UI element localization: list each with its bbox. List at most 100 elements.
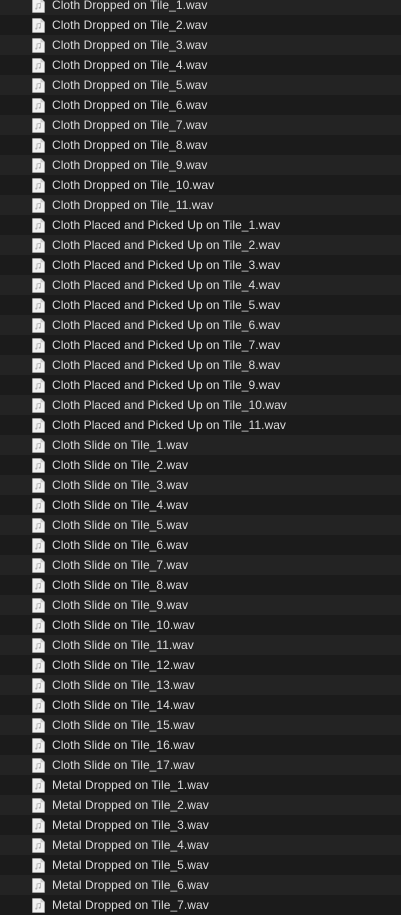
audio-file-icon	[32, 97, 45, 113]
file-row[interactable]: Cloth Slide on Tile_12.wav	[0, 655, 401, 675]
audio-file-icon	[32, 717, 45, 733]
audio-file-icon	[32, 897, 45, 913]
audio-file-icon	[32, 277, 45, 293]
file-row[interactable]: Cloth Dropped on Tile_3.wav	[0, 35, 401, 55]
file-name: Cloth Placed and Picked Up on Tile_4.wav	[52, 278, 281, 292]
audio-file-icon	[32, 537, 45, 553]
file-name: Cloth Slide on Tile_8.wav	[52, 578, 188, 592]
file-row[interactable]: Cloth Slide on Tile_5.wav	[0, 515, 401, 535]
file-row[interactable]: Cloth Slide on Tile_7.wav	[0, 555, 401, 575]
file-name: Cloth Placed and Picked Up on Tile_7.wav	[52, 338, 281, 352]
audio-file-icon	[32, 817, 45, 833]
file-row[interactable]: Cloth Slide on Tile_1.wav	[0, 435, 401, 455]
file-row[interactable]: Cloth Slide on Tile_2.wav	[0, 455, 401, 475]
audio-file-icon	[32, 0, 45, 13]
file-row[interactable]: Cloth Slide on Tile_13.wav	[0, 675, 401, 695]
file-name: Cloth Dropped on Tile_8.wav	[52, 138, 208, 152]
file-name: Cloth Slide on Tile_11.wav	[52, 638, 194, 652]
file-row[interactable]: Cloth Dropped on Tile_6.wav	[0, 95, 401, 115]
file-row[interactable]: Cloth Placed and Picked Up on Tile_3.wav	[0, 255, 401, 275]
file-row[interactable]: Cloth Slide on Tile_14.wav	[0, 695, 401, 715]
file-row[interactable]: Metal Dropped on Tile_2.wav	[0, 795, 401, 815]
file-row[interactable]: Cloth Dropped on Tile_5.wav	[0, 75, 401, 95]
file-row[interactable]: Cloth Slide on Tile_10.wav	[0, 615, 401, 635]
audio-file-icon	[32, 657, 45, 673]
file-name: Cloth Dropped on Tile_4.wav	[52, 58, 208, 72]
audio-file-icon	[32, 357, 45, 373]
audio-file-icon	[32, 557, 45, 573]
file-name: Cloth Slide on Tile_2.wav	[52, 458, 188, 472]
file-row[interactable]: Cloth Placed and Picked Up on Tile_6.wav	[0, 315, 401, 335]
file-name: Cloth Dropped on Tile_7.wav	[52, 118, 208, 132]
file-name: Cloth Slide on Tile_12.wav	[52, 658, 195, 672]
file-name: Cloth Placed and Picked Up on Tile_2.wav	[52, 238, 281, 252]
audio-file-icon	[32, 297, 45, 313]
audio-file-icon	[32, 617, 45, 633]
file-row[interactable]: Cloth Slide on Tile_17.wav	[0, 755, 401, 775]
file-row[interactable]: Cloth Dropped on Tile_9.wav	[0, 155, 401, 175]
file-row[interactable]: Cloth Dropped on Tile_7.wav	[0, 115, 401, 135]
file-name: Cloth Dropped on Tile_10.wav	[52, 178, 215, 192]
audio-file-icon	[32, 577, 45, 593]
audio-file-icon	[32, 457, 45, 473]
file-row[interactable]: Cloth Dropped on Tile_2.wav	[0, 15, 401, 35]
file-row[interactable]: Cloth Dropped on Tile_4.wav	[0, 55, 401, 75]
file-row[interactable]: Metal Dropped on Tile_1.wav	[0, 775, 401, 795]
file-row[interactable]: Cloth Placed and Picked Up on Tile_2.wav	[0, 235, 401, 255]
file-name: Cloth Slide on Tile_1.wav	[52, 438, 188, 452]
file-row[interactable]: Cloth Placed and Picked Up on Tile_11.wa…	[0, 415, 401, 435]
file-row[interactable]: Cloth Slide on Tile_11.wav	[0, 635, 401, 655]
file-row[interactable]: Cloth Dropped on Tile_11.wav	[0, 195, 401, 215]
audio-file-icon	[32, 337, 45, 353]
file-name: Cloth Placed and Picked Up on Tile_10.wa…	[52, 398, 287, 412]
audio-file-icon	[32, 437, 45, 453]
audio-file-icon	[32, 177, 45, 193]
file-row[interactable]: Cloth Placed and Picked Up on Tile_5.wav	[0, 295, 401, 315]
file-name: Cloth Placed and Picked Up on Tile_3.wav	[52, 258, 281, 272]
audio-file-icon	[32, 837, 45, 853]
audio-file-icon	[32, 197, 45, 213]
file-row[interactable]: Cloth Slide on Tile_15.wav	[0, 715, 401, 735]
audio-file-icon	[32, 517, 45, 533]
file-name: Cloth Slide on Tile_16.wav	[52, 738, 195, 752]
file-row[interactable]: Cloth Slide on Tile_9.wav	[0, 595, 401, 615]
file-name: Cloth Dropped on Tile_5.wav	[52, 78, 208, 92]
file-row[interactable]: Cloth Placed and Picked Up on Tile_9.wav	[0, 375, 401, 395]
file-row[interactable]: Cloth Slide on Tile_4.wav	[0, 495, 401, 515]
audio-file-icon	[32, 777, 45, 793]
file-name: Cloth Slide on Tile_15.wav	[52, 718, 195, 732]
file-row[interactable]: Metal Dropped on Tile_5.wav	[0, 855, 401, 875]
audio-file-icon	[32, 137, 45, 153]
audio-file-icon	[32, 857, 45, 873]
audio-file-icon	[32, 157, 45, 173]
file-row[interactable]: Cloth Dropped on Tile_1.wav	[0, 0, 401, 15]
file-name: Cloth Dropped on Tile_6.wav	[52, 98, 208, 112]
file-name: Cloth Dropped on Tile_9.wav	[52, 158, 208, 172]
file-name: Cloth Dropped on Tile_1.wav	[52, 0, 208, 12]
file-row[interactable]: Cloth Placed and Picked Up on Tile_8.wav	[0, 355, 401, 375]
file-row[interactable]: Cloth Placed and Picked Up on Tile_1.wav	[0, 215, 401, 235]
file-row[interactable]: Metal Dropped on Tile_7.wav	[0, 895, 401, 915]
file-row[interactable]: Cloth Slide on Tile_16.wav	[0, 735, 401, 755]
file-row[interactable]: Metal Dropped on Tile_3.wav	[0, 815, 401, 835]
file-name: Cloth Placed and Picked Up on Tile_9.wav	[52, 378, 281, 392]
file-row[interactable]: Cloth Placed and Picked Up on Tile_10.wa…	[0, 395, 401, 415]
file-row[interactable]: Metal Dropped on Tile_6.wav	[0, 875, 401, 895]
file-row[interactable]: Cloth Slide on Tile_6.wav	[0, 535, 401, 555]
file-row[interactable]: Metal Dropped on Tile_4.wav	[0, 835, 401, 855]
audio-file-icon	[32, 57, 45, 73]
file-row[interactable]: Cloth Dropped on Tile_10.wav	[0, 175, 401, 195]
audio-file-icon	[32, 477, 45, 493]
file-row[interactable]: Cloth Placed and Picked Up on Tile_4.wav	[0, 275, 401, 295]
audio-file-icon	[32, 217, 45, 233]
file-name: Metal Dropped on Tile_5.wav	[52, 858, 209, 872]
file-row[interactable]: Cloth Slide on Tile_3.wav	[0, 475, 401, 495]
file-list: Cloth Dropped on Tile_1.wav Cloth Dropped…	[0, 0, 401, 915]
file-row[interactable]: Cloth Slide on Tile_8.wav	[0, 575, 401, 595]
file-row[interactable]: Cloth Dropped on Tile_8.wav	[0, 135, 401, 155]
audio-file-icon	[32, 757, 45, 773]
file-row[interactable]: Cloth Placed and Picked Up on Tile_7.wav	[0, 335, 401, 355]
audio-file-icon	[32, 317, 45, 333]
file-name: Metal Dropped on Tile_3.wav	[52, 818, 209, 832]
audio-file-icon	[32, 377, 45, 393]
